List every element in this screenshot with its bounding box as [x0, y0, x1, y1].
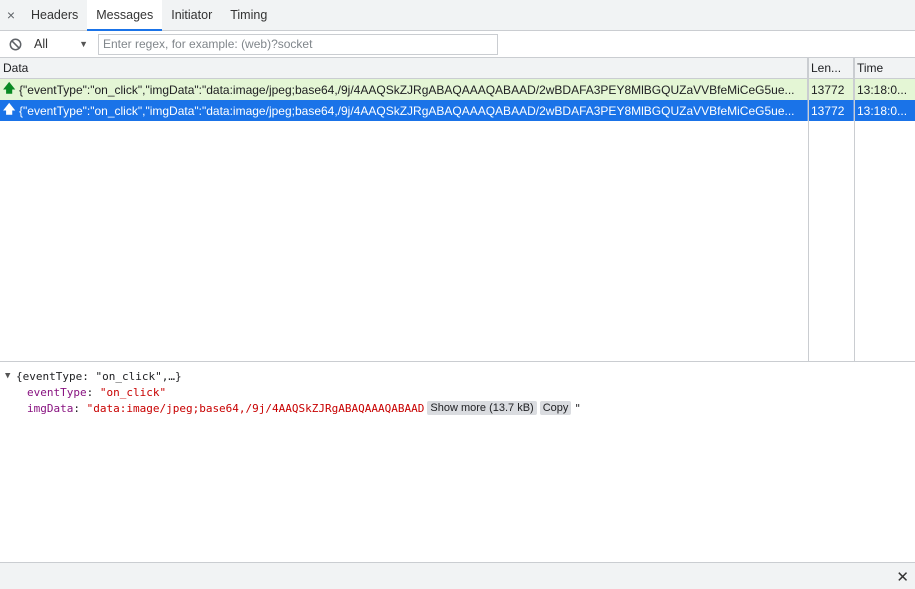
close-drawer-icon[interactable]: ✕ [896, 568, 909, 586]
table-row[interactable]: 🡅 {"eventType":"on_click","imgData":"dat… [0, 79, 915, 100]
message-time-cell: 13:18:0... [857, 103, 908, 118]
message-time-cell: 13:18:0... [857, 82, 908, 97]
property-event-type: eventType: "on_click" [27, 385, 167, 399]
column-divider [808, 58, 809, 361]
tab-messages[interactable]: Messages [87, 0, 163, 31]
sent-arrow-icon: 🡅 [3, 102, 16, 116]
property-key: eventType [27, 385, 87, 399]
drawer-bar: ✕ [0, 562, 915, 589]
column-header-time[interactable]: Time [854, 58, 915, 78]
message-detail-panel: ▼ {eventType: "on_click",…} eventType: "… [0, 362, 915, 562]
column-header-data[interactable]: Data [0, 58, 808, 78]
messages-table: Data Len... Time 🡅 {"eventType":"on_clic… [0, 58, 915, 362]
message-length-cell: 13772 [808, 100, 854, 121]
property-key: imgData [27, 401, 74, 415]
closing-quote: " [574, 401, 582, 415]
table-header: Data Len... Time [0, 58, 915, 79]
dropdown-arrow-icon: ▼ [79, 39, 88, 49]
copy-button[interactable]: Copy [539, 401, 572, 415]
property-value: "data:image/jpeg;base64,/9j/4AAQSkZJRgAB… [86, 401, 425, 415]
message-data-text: {"eventType":"on_click","imgData":"data:… [19, 82, 795, 97]
show-more-button[interactable]: Show more (13.7 kB) [427, 401, 537, 415]
column-divider [854, 58, 855, 361]
message-type-value: All [34, 37, 48, 51]
expand-triangle-icon[interactable]: ▼ [5, 371, 16, 381]
object-summary: {eventType: "on_click",…} [16, 369, 182, 383]
message-length-cell: 13772 [808, 79, 854, 100]
property-value: "on_click" [99, 385, 167, 399]
filter-input[interactable] [98, 33, 498, 55]
table-row-selected[interactable]: 🡅 {"eventType":"on_click","imgData":"dat… [0, 100, 915, 121]
tab-headers[interactable]: Headers [22, 0, 87, 30]
close-panel-icon[interactable]: × [0, 0, 22, 30]
filter-bar: All ▼ [0, 31, 915, 58]
message-data-cell: 🡅 {"eventType":"on_click","imgData":"dat… [0, 100, 808, 121]
message-type-select[interactable]: All ▼ [30, 37, 92, 51]
clear-messages-icon[interactable] [0, 38, 30, 51]
tab-bar: × Headers Messages Initiator Timing [0, 0, 915, 31]
column-header-length[interactable]: Len... [808, 58, 854, 78]
message-data-cell: 🡅 {"eventType":"on_click","imgData":"dat… [0, 79, 808, 100]
sent-arrow-icon: 🡅 [3, 81, 16, 95]
property-img-data: imgData: "data:image/jpeg;base64,/9j/4AA… [27, 401, 582, 415]
object-summary-line[interactable]: ▼ {eventType: "on_click",…} [5, 368, 915, 384]
message-data-text: {"eventType":"on_click","imgData":"data:… [19, 103, 795, 118]
tab-timing[interactable]: Timing [221, 0, 276, 30]
tab-initiator[interactable]: Initiator [162, 0, 221, 30]
